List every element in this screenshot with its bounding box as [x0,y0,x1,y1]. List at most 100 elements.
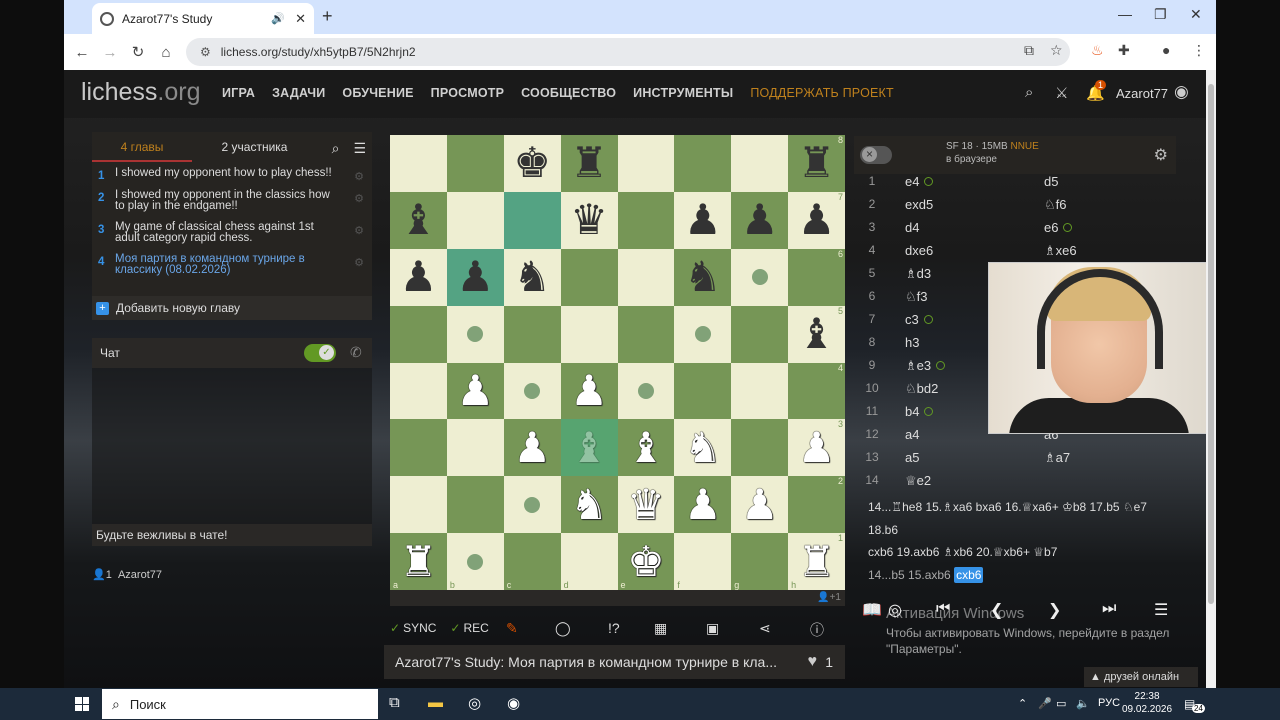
square[interactable] [446,135,504,192]
share-icon[interactable]: ⋖ [759,620,771,637]
move-row[interactable]: 2 exd5 ♘f6 [854,193,1176,216]
square[interactable] [560,248,618,306]
windows-start-icon[interactable] [75,697,89,711]
page-scrollbar[interactable] [1206,70,1216,688]
square[interactable] [674,362,732,420]
white-move[interactable]: ♗d3 [905,262,931,285]
white-pawn-icon[interactable]: ♟ [684,483,722,526]
black-pawn-icon[interactable]: ♟ [400,256,438,298]
chat-toggle[interactable] [304,344,336,362]
white-move[interactable]: e4 [905,170,934,193]
glyphs-icon[interactable]: !? [608,620,620,636]
square[interactable]: ♚ e [617,533,675,590]
nav-item-donate[interactable]: ПОДДЕРЖАТЬ ПРОЕКТ [750,86,894,100]
white-rook-icon[interactable]: ♜ [798,540,836,583]
move-row[interactable]: 4 dxe6 ♗xe6 [854,239,1176,262]
taskbar-clock[interactable]: 22:38 09.02.2026 [1122,690,1172,716]
white-move[interactable]: h3 [905,331,919,354]
chapter-settings-icon[interactable]: ⚙ [354,258,364,269]
volume-icon[interactable]: 🔈 [1076,697,1090,710]
square[interactable]: 4 [788,362,845,420]
black-move[interactable]: d5 [1044,170,1058,193]
black-pawn-icon[interactable]: ♟ [684,199,722,241]
lichess-logo[interactable]: lichess.org [81,78,201,107]
white-move[interactable]: c3 [905,308,933,331]
extensions-puzzle-icon[interactable]: ✚ [1118,42,1130,59]
white-move[interactable]: ♗e3 [905,354,946,377]
info-icon[interactable]: ⓘ [810,620,824,640]
chapter-settings-icon[interactable]: ⚙ [354,172,364,183]
square[interactable] [731,248,789,306]
move-row[interactable]: 14 ♕e2 [854,469,1176,492]
square[interactable] [617,362,675,420]
book-icon[interactable]: 📖 [862,600,882,620]
variation-line[interactable]: cxb6 19.axb6 ♗xb6 20.♕xb6+ ♕b7 [868,541,1176,564]
site-info-icon[interactable]: ⚙ [200,45,211,59]
square[interactable]: 6 [788,248,845,306]
analysis-menu-icon[interactable]: ☰ [1154,600,1168,620]
move-hint-dot[interactable] [467,553,484,570]
white-knight-icon[interactable]: ♞ [570,483,608,526]
white-knight-icon[interactable]: ♞ [684,426,722,469]
board-layout-icon[interactable]: ▣ [706,620,719,637]
black-knight-icon[interactable]: ♞ [684,256,722,298]
chapter-item-active[interactable]: 4 Моя партия в командном турнире в класс… [92,250,372,282]
black-move[interactable]: e6 [1044,216,1073,239]
bookmark-star-icon[interactable]: ☆ [1050,42,1063,59]
square[interactable] [390,419,447,477]
white-move[interactable]: a4 [905,423,919,446]
square[interactable]: ♝ 5 [788,305,845,363]
black-queen-icon[interactable]: ♛ [570,199,608,241]
square[interactable]: ♛ [617,476,675,534]
extension-fire-icon[interactable]: ♨ [1091,42,1104,59]
square[interactable]: ♟ [446,362,504,420]
profile-avatar-icon[interactable]: ● [1162,42,1170,58]
square[interactable] [446,191,504,249]
square[interactable] [390,362,447,420]
tab-chapters[interactable]: 4 главы [92,132,192,162]
black-bishop-icon[interactable]: ♝ [798,313,836,355]
white-pawn-icon[interactable]: ♟ [798,426,836,469]
move-hint-dot[interactable] [694,326,711,343]
black-king-icon[interactable]: ♚ [513,142,551,184]
current-move[interactable]: cxb6 [954,566,984,583]
square[interactable] [674,305,732,363]
square[interactable]: c [503,533,561,590]
forward-icon[interactable]: → [96,44,124,61]
obs-icon[interactable]: ◉ [507,694,520,712]
square[interactable]: ♛ [560,191,618,249]
square[interactable]: ♟ [674,191,732,249]
user-avatar-icon[interactable]: ◉ [1174,82,1189,102]
square[interactable]: g [731,533,789,590]
speaker-icon[interactable]: 🔊 [271,12,285,25]
black-move[interactable]: ♘f6 [1044,193,1067,216]
scrollbar-thumb[interactable] [1208,84,1214,604]
chapter-settings-icon[interactable]: ⚙ [354,226,364,237]
square[interactable]: ♞ [674,248,732,306]
white-queen-icon[interactable]: ♛ [627,483,665,526]
browser-tab[interactable]: Azarot77's Study 🔊 ✕ [92,3,314,34]
square[interactable]: d [560,533,618,590]
back-icon[interactable]: ← [68,44,96,61]
square[interactable]: ♟ [674,476,732,534]
square[interactable] [731,135,789,192]
black-knight-icon[interactable]: ♞ [513,256,551,298]
white-move[interactable]: ♘f3 [905,285,928,308]
white-move[interactable]: a5 [905,446,919,469]
black-move[interactable]: ♗xe6 [1044,239,1077,262]
challenges-swords-icon[interactable]: ⚔ [1055,84,1068,102]
square[interactable]: ♟ [390,248,447,306]
square[interactable] [390,476,447,534]
friends-online-button[interactable]: ▲ друзей онлайн [1084,667,1198,687]
square[interactable]: ♜ 1 h [788,533,845,590]
black-pawn-icon[interactable]: ♟ [456,256,494,298]
nav-item-watch[interactable]: ПРОСМОТР [431,86,504,100]
white-bishop-icon[interactable]: ♝ [627,426,665,469]
address-bar[interactable]: ⚙ lichess.org/study/xh5ytpB7/5N2hrjn2 [186,38,1070,66]
square[interactable] [617,135,675,192]
engine-settings-icon[interactable]: ⚙ [1154,145,1168,165]
square[interactable]: 2 [788,476,845,534]
taskbar-search[interactable]: ⌕ Поиск [102,689,378,719]
nav-item-community[interactable]: СООБЩЕСТВО [521,86,616,100]
chapter-item[interactable]: 2 I showed my opponent in the classics h… [92,186,372,218]
